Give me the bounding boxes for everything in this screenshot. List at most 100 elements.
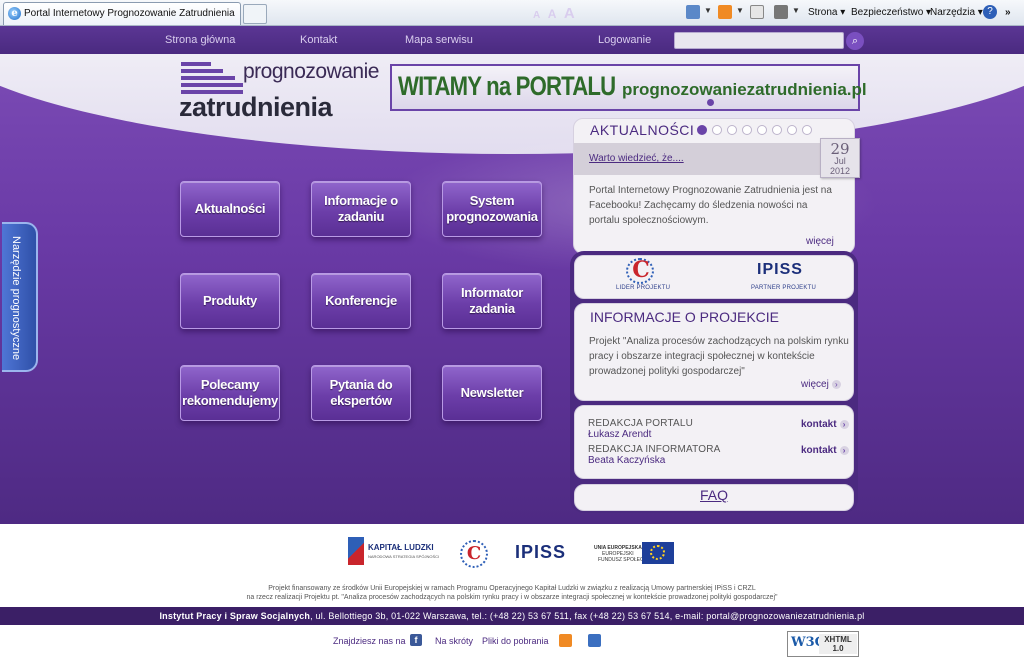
menu-forecast-system-button[interactable]: System prognozowania — [442, 181, 542, 237]
font-medium-button[interactable]: A — [548, 7, 557, 21]
browser-tab[interactable]: e Portal Internetowy Prognozowanie Zatru… — [3, 2, 241, 25]
eu-flag-icon[interactable] — [642, 542, 674, 564]
nav-sitemap-link[interactable]: Mapa serwisu — [405, 34, 473, 46]
kapital-ludzki-subtitle: NARODOWA STRATEGIA SPÓJNOŚCI — [368, 554, 440, 559]
news-pager-dot[interactable] — [742, 125, 752, 135]
nav-login-link[interactable]: Logowanie — [598, 34, 651, 46]
institute-name: Instytut Pracy i Spraw Socjalnych — [159, 611, 311, 621]
arrow-icon: › — [831, 380, 841, 389]
news-heading: AKTUALNOŚCI — [590, 122, 695, 138]
kapital-ludzki-title: KAPITAŁ LUDZKI — [368, 543, 434, 552]
logo-text-top[interactable]: prognozowanie — [243, 60, 379, 84]
tools-menu-label: Narzędzia — [930, 7, 976, 18]
font-small-button[interactable]: A — [533, 10, 540, 21]
page-menu[interactable]: Strona ▾ — [808, 4, 845, 22]
banner-url: prognozowaniezatrudnienia.pl — [622, 80, 867, 99]
news-date-day: 29 — [830, 140, 850, 158]
funding-text: Projekt finansowany ze środków Unii Euro… — [0, 584, 1024, 602]
rss-blue-icon[interactable] — [588, 634, 601, 647]
project-info-heading: INFORMACJE O PROJEKCIE — [590, 309, 780, 325]
new-tab-button[interactable] — [243, 4, 267, 24]
xhtml-label: XHTML 1.0 — [819, 634, 857, 654]
address-bar: Instytut Pracy i Spraw Socjalnych, ul. B… — [0, 607, 1024, 625]
menu-informator-button[interactable]: Informator zadania — [442, 273, 542, 329]
contact-portal-label: REDAKCJA PORTALU — [588, 418, 694, 429]
crzl-logo[interactable]: C — [626, 258, 656, 282]
contact-informator-name: Beata Kaczyńska — [588, 455, 666, 466]
logo-text-bottom[interactable]: zatrudnienia — [179, 92, 333, 123]
banner-title: WITAMY na PORTALU — [398, 71, 616, 101]
partners-panel — [574, 255, 854, 299]
news-pager-dot[interactable] — [772, 125, 782, 135]
news-date-year: 2012 — [829, 166, 851, 176]
feeds-icon[interactable] — [718, 5, 732, 19]
news-pager-dot[interactable] — [802, 125, 812, 135]
search-input[interactable] — [674, 32, 844, 49]
chevron-down-icon[interactable]: ▼ — [704, 6, 712, 15]
news-date-badge: 29 Jul 2012 — [820, 138, 860, 178]
nav-contact-link[interactable]: Kontakt — [300, 34, 337, 46]
mail-icon[interactable] — [750, 5, 764, 19]
browser-toolbar: e Portal Internetowy Prognozowanie Zatru… — [0, 0, 1024, 26]
partner-caption: PARTNER PROJEKTU — [751, 285, 816, 291]
font-large-button[interactable]: A — [564, 5, 575, 22]
ipiss-logo[interactable]: IPISS — [757, 261, 803, 279]
site-nav-bar: Strona główna Kontakt Mapa serwisu Logow… — [0, 26, 1024, 54]
banner-dot — [707, 99, 714, 106]
menu-task-info-button[interactable]: Informacje o zadaniu — [311, 181, 411, 237]
page-menu-label: Strona — [808, 7, 838, 18]
forecasting-tool-tab[interactable]: Narzędzie prognostyczne — [2, 222, 38, 372]
nav-home-link[interactable]: Strona główna — [165, 34, 235, 46]
welcome-banner: WITAMY na PORTALU prognozowaniezatrudnie… — [390, 64, 867, 111]
contact-informator-link[interactable]: kontakt › — [801, 445, 849, 456]
chevron-down-icon[interactable]: ▼ — [792, 6, 800, 15]
contact-portal-link-label: kontakt — [801, 419, 837, 430]
news-pager-dot[interactable] — [697, 125, 707, 135]
news-pager-dot[interactable] — [727, 125, 737, 135]
news-article-link[interactable]: Warto wiedzieć, że.... — [589, 153, 684, 164]
arrow-icon: › — [839, 446, 849, 455]
more-commands-button[interactable]: » — [1005, 4, 1011, 22]
security-menu[interactable]: Bezpieczeństwo ▾ — [851, 4, 931, 22]
downloads-link[interactable]: Pliki do pobrania — [482, 636, 549, 646]
xhtml-version: 1.0 — [832, 644, 844, 653]
kapital-ludzki-logo[interactable]: KAPITAŁ LUDZKI NARODOWA STRATEGIA SPÓJNO… — [348, 537, 442, 567]
rss-icon[interactable] — [559, 634, 572, 647]
menu-products-button[interactable]: Produkty — [180, 273, 280, 329]
home-icon[interactable] — [686, 5, 700, 19]
shortcuts-link[interactable]: Na skróty — [435, 636, 473, 646]
news-date-month: Jul — [834, 156, 846, 166]
funding-line-1: Projekt finansowany ze środków Unii Euro… — [268, 585, 756, 592]
font-size-switcher: A A A — [533, 5, 578, 23]
ie-page-icon: e — [8, 7, 21, 20]
footer-crzl-logo[interactable]: C — [460, 540, 488, 568]
news-pager-dot[interactable] — [757, 125, 767, 135]
project-more-label: więcej — [801, 379, 829, 390]
contacts-panel — [574, 405, 854, 479]
contact-portal-link[interactable]: kontakt › — [801, 419, 849, 430]
news-more-link[interactable]: więcej — [806, 236, 834, 247]
help-icon[interactable]: ? — [983, 5, 997, 19]
footer-ipiss-logo[interactable]: IPISS — [515, 542, 566, 563]
news-pager-dot[interactable] — [787, 125, 797, 135]
menu-recommend-button[interactable]: Polecamy rekomendujemy — [180, 365, 280, 421]
faq-link[interactable]: FAQ — [700, 487, 728, 503]
search-icon[interactable]: ⌕ — [846, 32, 864, 50]
contact-informator-label: REDAKCJA INFORMATORA — [588, 444, 721, 455]
menu-experts-button[interactable]: Pytania do ekspertów — [311, 365, 411, 421]
security-menu-label: Bezpieczeństwo — [851, 7, 924, 18]
menu-conferences-button[interactable]: Konferencje — [311, 273, 411, 329]
tools-menu[interactable]: Narzędzia ▾ — [930, 4, 983, 22]
project-more-link[interactable]: więcej › — [801, 379, 841, 390]
menu-newsletter-button[interactable]: Newsletter — [442, 365, 542, 421]
print-icon[interactable] — [774, 5, 788, 19]
menu-news-button[interactable]: Aktualności — [180, 181, 280, 237]
browser-tab-title: Portal Internetowy Prognozowanie Zatrudn… — [24, 8, 235, 19]
chevron-down-icon[interactable]: ▼ — [736, 6, 744, 15]
news-pager-dot[interactable] — [712, 125, 722, 135]
contact-portal-name: Łukasz Arendt — [588, 429, 652, 440]
leader-caption: LIDER PROJEKTU — [616, 285, 671, 291]
w3c-xhtml-badge[interactable]: W3C XHTML 1.0 — [787, 631, 859, 657]
facebook-icon[interactable]: f — [410, 634, 422, 646]
news-body-text: Portal Internetowy Prognozowanie Zatrudn… — [589, 185, 832, 226]
